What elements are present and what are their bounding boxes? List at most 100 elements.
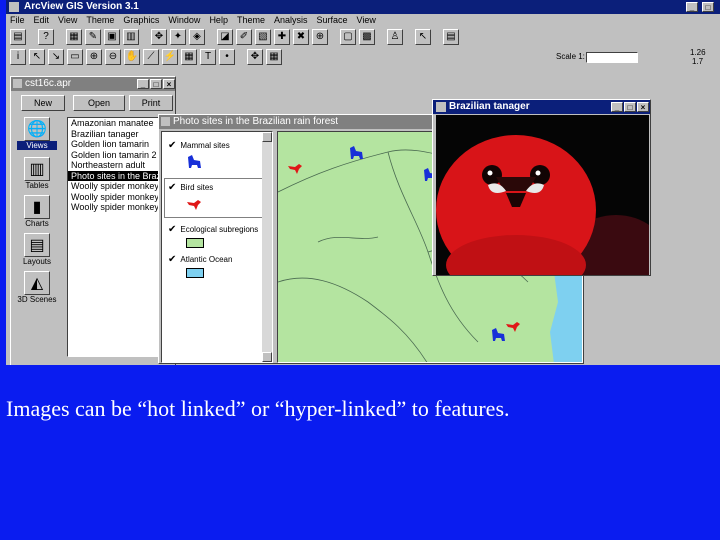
zoom-out-tool-icon[interactable]: ⊖: [105, 49, 121, 65]
menu-graphics[interactable]: Graphics: [123, 15, 159, 25]
menu-help[interactable]: Help: [209, 15, 228, 25]
document-list-item[interactable]: Woolly spider monkey: [68, 181, 162, 192]
maximize-button[interactable]: □: [702, 2, 714, 12]
hotlink-icon[interactable]: ♙: [387, 29, 403, 45]
view-title: Photo sites in the Brazilian rain forest: [173, 116, 339, 127]
menu-window[interactable]: Window: [168, 15, 200, 25]
project-close-button[interactable]: ×: [163, 79, 175, 89]
identify-icon[interactable]: ⅰ: [10, 49, 26, 65]
zoom-selected-icon[interactable]: ◈: [189, 29, 205, 45]
theme-properties-icon[interactable]: ▣: [104, 29, 120, 45]
theme-checkbox[interactable]: ✔: [168, 140, 176, 151]
menu-view[interactable]: View: [58, 15, 77, 25]
bird-site-marker: [506, 322, 520, 332]
document-list-item[interactable]: Amazonian manatee: [68, 118, 162, 129]
document-list-item[interactable]: Golden lion tamarin: [68, 139, 162, 150]
zoom-active-icon[interactable]: ✦: [170, 29, 186, 45]
menu-file[interactable]: File: [10, 15, 25, 25]
area-of-interest-icon[interactable]: ▦: [181, 49, 197, 65]
select-feature-icon[interactable]: ▭: [67, 49, 83, 65]
tanager-photo: [436, 115, 649, 275]
theme-checkbox[interactable]: ✔: [168, 182, 176, 193]
bird-site-marker: [288, 164, 302, 174]
document-list-item[interactable]: Golden lion tamarin 2: [68, 150, 162, 161]
label-tool-icon[interactable]: T: [200, 49, 216, 65]
save-project-icon[interactable]: ▤: [10, 29, 26, 45]
table-of-contents[interactable]: ✔ Mammal sites ✔ Bird sites ✔ Ecological su…: [161, 131, 273, 363]
image-title-bar: Brazilian tanager _ □ ×: [433, 100, 650, 114]
help-icon[interactable]: ?: [38, 29, 54, 45]
menu-theme[interactable]: Theme: [237, 15, 265, 25]
open-button[interactable]: Open: [73, 95, 125, 111]
clear-selected-icon[interactable]: ▧: [255, 29, 271, 45]
toc-scroll-down-button[interactable]: [262, 352, 272, 362]
snap-tool-icon[interactable]: ▦: [266, 49, 282, 65]
pan-tool-icon[interactable]: ✋: [124, 49, 140, 65]
find-icon[interactable]: ▩: [359, 29, 375, 45]
zoom-in-tool-icon[interactable]: ⊕: [86, 49, 102, 65]
menu-theme[interactable]: Theme: [86, 15, 114, 25]
toc-scroll-up-button[interactable]: [262, 132, 272, 142]
document-list-item[interactable]: Photo sites in the Brazilian: [68, 170, 162, 181]
document-list[interactable]: Amazonian manatee Brazilian tanager Golden…: [67, 117, 163, 357]
document-list-item[interactable]: Woolly spider monkey 2: [68, 192, 162, 203]
coordinate-bottom: 1.7: [692, 57, 704, 66]
image-close-button[interactable]: ×: [637, 102, 649, 112]
theme-checkbox[interactable]: ✔: [168, 224, 176, 235]
menu-analysis[interactable]: Analysis: [274, 15, 308, 25]
project-type-layouts[interactable]: ▤ Layouts: [17, 233, 57, 266]
toc-theme-ecological-subregions[interactable]: ✔ Ecological subregions: [168, 224, 258, 235]
menu-view[interactable]: View: [357, 15, 376, 25]
app-title-bar: ArcView GIS Version 3.1 _ □: [6, 0, 720, 14]
select-graphics-icon[interactable]: ▢: [340, 29, 356, 45]
new-button[interactable]: New: [21, 95, 65, 111]
app-icon: [9, 2, 19, 12]
text-tool-icon[interactable]: •: [219, 49, 235, 65]
project-type-views[interactable]: 🌐 Views: [17, 117, 57, 150]
zoom-in-icon[interactable]: ✚: [274, 29, 290, 45]
vertex-edit-icon[interactable]: ↘: [48, 49, 64, 65]
toc-scrollbar[interactable]: [262, 132, 272, 362]
zoom-out-icon[interactable]: ✖: [293, 29, 309, 45]
charts-icon: ▮: [24, 195, 50, 219]
select-pointer-icon[interactable]: ↖: [29, 49, 45, 65]
open-table-icon[interactable]: ▥: [123, 29, 139, 45]
image-title: Brazilian tanager: [449, 101, 530, 112]
scale-input[interactable]: [586, 52, 638, 63]
toc-theme-atlantic-ocean[interactable]: ✔ Atlantic Ocean: [168, 254, 232, 265]
minimize-button[interactable]: _: [686, 2, 698, 12]
3d-scenes-icon: ◭: [24, 271, 50, 295]
image-maximize-button[interactable]: □: [624, 102, 636, 112]
project-title: cst16c.apr: [25, 78, 72, 89]
project-minimize-button[interactable]: _: [137, 79, 149, 89]
project-type-3d-scenes[interactable]: ◭ 3D Scenes: [17, 271, 57, 304]
mammal-site-marker: [350, 146, 363, 159]
zoom-previous-icon[interactable]: ⊕: [312, 29, 328, 45]
document-list-item[interactable]: Northeastern adult: [68, 160, 162, 171]
image-minimize-button[interactable]: _: [611, 102, 623, 112]
app-title: ArcView GIS Version 3.1: [24, 1, 139, 12]
print-button[interactable]: Print: [129, 95, 173, 111]
theme-on-icon[interactable]: ▦: [66, 29, 82, 45]
draw-tool-icon[interactable]: ✥: [247, 49, 263, 65]
project-type-charts[interactable]: ▮ Charts: [17, 195, 57, 228]
pointer-icon[interactable]: ↖: [415, 29, 431, 45]
menu-edit[interactable]: Edit: [34, 15, 50, 25]
toc-theme-mammal-sites[interactable]: ✔ Mammal sites: [168, 140, 230, 151]
toc-theme-bird-sites[interactable]: ✔ Bird sites: [168, 182, 213, 193]
layout-icon[interactable]: ▤: [443, 29, 459, 45]
query-builder-icon[interactable]: ◪: [217, 29, 233, 45]
project-type-tables[interactable]: ▥ Tables: [17, 157, 57, 190]
project-maximize-button[interactable]: □: [150, 79, 162, 89]
hotlink-tool-icon[interactable]: ⚡: [162, 49, 178, 65]
zoom-full-icon[interactable]: ✥: [151, 29, 167, 45]
menu-surface[interactable]: Surface: [316, 15, 347, 25]
edit-legend-icon[interactable]: ✎: [85, 29, 101, 45]
tables-icon: ▥: [24, 157, 50, 181]
project-window: cst16c.apr _ □ × New Open Print 🌐 Views …: [10, 76, 176, 365]
locate-address-icon[interactable]: ✐: [236, 29, 252, 45]
theme-checkbox[interactable]: ✔: [168, 254, 176, 265]
document-list-item[interactable]: Woolly spider monkey 3: [68, 202, 162, 213]
document-list-item[interactable]: Brazilian tanager: [68, 129, 162, 140]
measure-tool-icon[interactable]: ⟋: [143, 49, 159, 65]
